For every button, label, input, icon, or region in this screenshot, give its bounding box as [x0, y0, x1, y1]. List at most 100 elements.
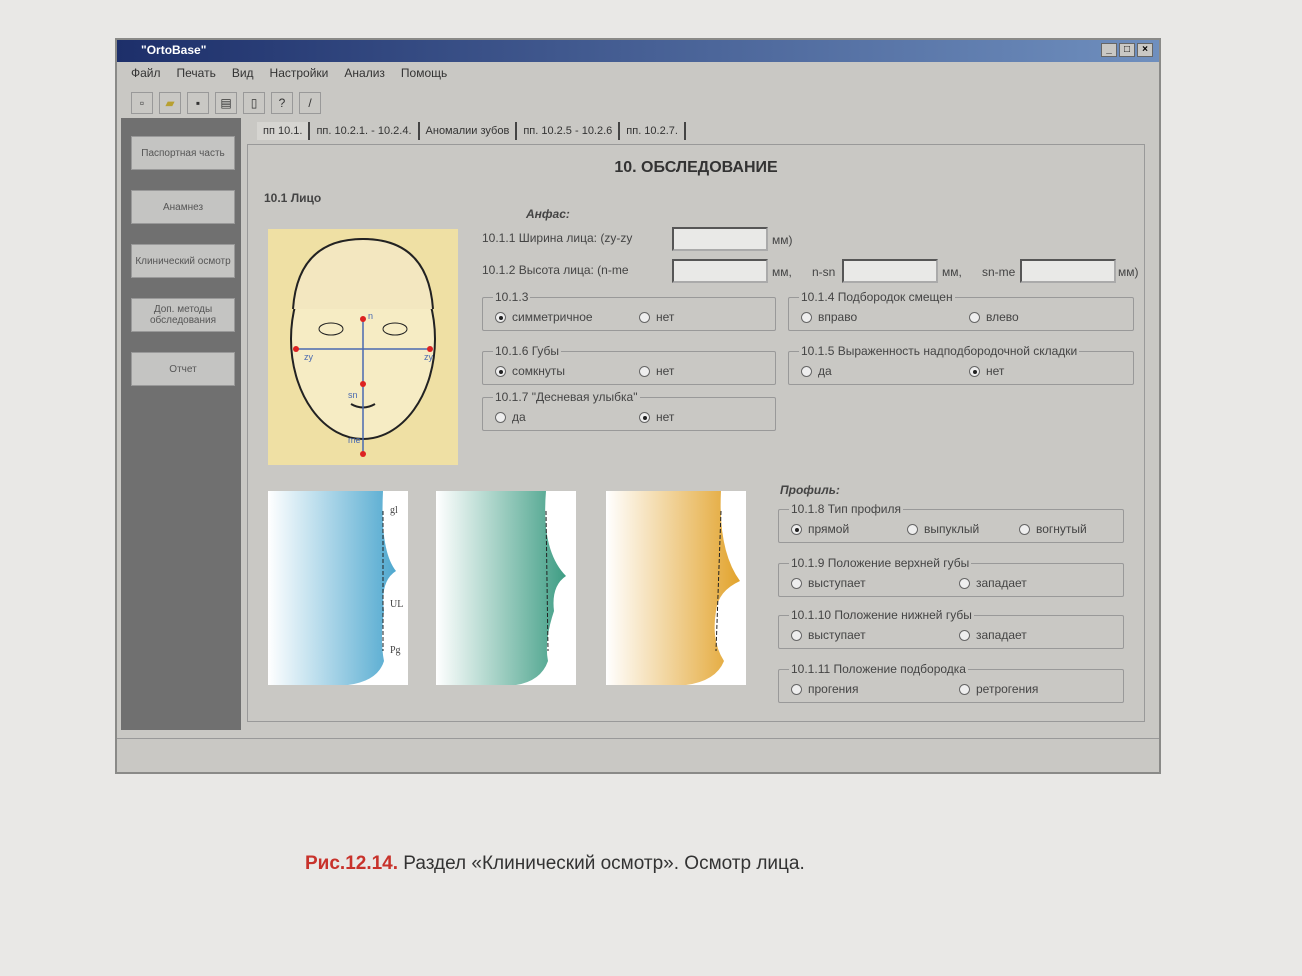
sidebar: Паспортная часть Анамнез Клинический осм…	[121, 118, 241, 730]
sidebar-extra-methods[interactable]: Доп. методы обследования	[131, 298, 235, 332]
symmetry-group: 10.1.3 симметричное нет	[482, 290, 776, 331]
maximize-button[interactable]: □	[1119, 43, 1135, 57]
sn-me-unit: мм)	[1118, 265, 1139, 279]
chin-fold-group: 10.1.5 Выраженность надподбородочной скл…	[788, 344, 1134, 385]
radio-upper-lip-retrudes[interactable]: западает	[959, 576, 1027, 590]
chin-position-group: 10.1.11 Положение подбородка прогения ре…	[778, 662, 1124, 703]
chin-shift-legend: 10.1.4 Подбородок смещен	[799, 290, 955, 304]
menu-bar: Файл Печать Вид Настройки Анализ Помощь	[131, 66, 447, 80]
face-label-me: me	[348, 435, 361, 445]
figure-caption-text: Раздел «Клинический осмотр». Осмотр лица…	[398, 853, 805, 874]
face-label-n: n	[368, 311, 374, 321]
face-diagram	[268, 229, 458, 465]
close-button[interactable]: ×	[1137, 43, 1153, 57]
tab-teeth-anomalies[interactable]: Аномалии зубов	[420, 122, 518, 140]
radio-chin-left[interactable]: влево	[969, 310, 1019, 324]
n-sn-input[interactable]	[842, 259, 938, 283]
radio-profile-straight[interactable]: прямой	[791, 522, 849, 536]
radio-lower-lip-retrudes[interactable]: западает	[959, 628, 1027, 642]
print-icon[interactable]: ▤	[215, 92, 237, 114]
tab-10-2-7[interactable]: пп. 10.2.7.	[620, 122, 686, 140]
profile-label-pg: Pg	[390, 645, 401, 656]
lower-lip-legend: 10.1.10 Положение нижней губы	[789, 608, 974, 622]
sidebar-clinical-exam[interactable]: Клинический осмотр	[131, 244, 235, 278]
edit-icon[interactable]: /	[299, 92, 321, 114]
tab-bar: пп 10.1. пп. 10.2.1. - 10.2.4. Аномалии …	[257, 122, 686, 140]
help-icon[interactable]: ?	[271, 92, 293, 114]
gummy-smile-legend: 10.1.7 "Десневая улыбка"	[493, 390, 640, 404]
tab-10-2-1[interactable]: пп. 10.2.1. - 10.2.4.	[310, 122, 420, 140]
sidebar-report[interactable]: Отчет	[131, 352, 235, 386]
profile-label-ul: UL	[390, 599, 404, 610]
exam-panel: 10. ОБСЛЕДОВАНИЕ 10.1 Лицо Анфас: zy zy …	[247, 144, 1145, 722]
radio-chin-right[interactable]: вправо	[801, 310, 857, 324]
face-label-sn: sn	[348, 390, 358, 400]
radio-symmetric[interactable]: симметричное	[495, 310, 593, 324]
chin-position-legend: 10.1.11 Положение подбородка	[789, 662, 968, 676]
n-sn-label: n-sn	[812, 265, 836, 279]
tab-10-1[interactable]: пп 10.1.	[257, 122, 311, 140]
menu-print[interactable]: Печать	[177, 66, 216, 80]
face-width-label: 10.1.1 Ширина лица: (zy-zy	[482, 231, 633, 245]
status-bar	[117, 738, 1159, 772]
profile-convex-image	[436, 491, 576, 685]
profile-type-group: 10.1.8 Тип профиля прямой выпуклый вогну…	[778, 502, 1124, 543]
new-file-icon[interactable]: ▫	[131, 92, 153, 114]
chin-shift-group: 10.1.4 Подбородок смещен вправо влево	[788, 290, 1134, 331]
menu-settings[interactable]: Настройки	[270, 66, 329, 80]
lower-lip-group: 10.1.10 Положение нижней губы выступает …	[778, 608, 1124, 649]
radio-lips-closed[interactable]: сомкнуты	[495, 364, 565, 378]
radio-fold-yes[interactable]: да	[801, 364, 832, 378]
page-title: 10. ОБСЛЕДОВАНИЕ	[614, 159, 778, 176]
gummy-smile-group: 10.1.7 "Десневая улыбка" да нет	[482, 390, 776, 431]
radio-profile-convex[interactable]: выпуклый	[907, 522, 979, 536]
anfas-label: Анфас:	[526, 207, 570, 221]
window-title: "OrtoBase"	[141, 43, 207, 57]
lips-group: 10.1.6 Губы сомкнуты нет	[482, 344, 776, 385]
radio-profile-concave[interactable]: вогнутый	[1019, 522, 1087, 536]
profile-concave-image	[606, 491, 746, 685]
sidebar-passport[interactable]: Паспортная часть	[131, 136, 235, 170]
profile-straight-image	[268, 491, 408, 685]
menu-analysis[interactable]: Анализ	[344, 66, 385, 80]
face-height-label: 10.1.2 Высота лица: (n-me	[482, 263, 629, 277]
radio-fold-no[interactable]: нет	[969, 364, 1004, 378]
open-folder-icon[interactable]: ▰	[159, 92, 181, 114]
face-width-input[interactable]	[672, 227, 768, 251]
section-label: 10.1 Лицо	[264, 191, 322, 205]
face-height-unit: мм,	[772, 265, 792, 279]
figure-caption: Рис.12.14. Раздел «Клинический осмотр». …	[305, 853, 805, 875]
lips-legend: 10.1.6 Губы	[493, 344, 562, 358]
menu-help[interactable]: Помощь	[401, 66, 447, 80]
profile-type-legend: 10.1.8 Тип профиля	[789, 502, 903, 516]
n-sn-unit: мм,	[942, 265, 962, 279]
minimize-button[interactable]: _	[1101, 43, 1117, 57]
radio-progenia[interactable]: прогения	[791, 682, 858, 696]
radio-retrogenia[interactable]: ретрогения	[959, 682, 1038, 696]
upper-lip-legend: 10.1.9 Положение верхней губы	[789, 556, 972, 570]
face-label-zy-left: zy	[304, 352, 313, 362]
radio-gummy-no[interactable]: нет	[639, 410, 674, 424]
face-height-input[interactable]	[672, 259, 768, 283]
menu-view[interactable]: Вид	[232, 66, 254, 80]
sn-me-input[interactable]	[1020, 259, 1116, 283]
app-window: "OrtoBase" _ □ × Файл Печать Вид Настройки…	[115, 38, 1161, 774]
radio-lower-lip-protrudes[interactable]: выступает	[791, 628, 866, 642]
preview-icon[interactable]: ▯	[243, 92, 265, 114]
face-width-unit: мм)	[772, 233, 793, 247]
upper-lip-group: 10.1.9 Положение верхней губы выступает …	[778, 556, 1124, 597]
radio-upper-lip-protrudes[interactable]: выступает	[791, 576, 866, 590]
radio-lips-open[interactable]: нет	[639, 364, 674, 378]
face-label-zy-right: zy	[424, 352, 433, 362]
tab-10-2-5[interactable]: пп. 10.2.5 - 10.2.6	[517, 122, 621, 140]
symmetry-legend: 10.1.3	[493, 290, 531, 304]
profile-label: Профиль:	[780, 483, 840, 497]
radio-asymmetric[interactable]: нет	[639, 310, 674, 324]
toolbar: ▫ ▰ ▪ ▤ ▯? /	[131, 92, 321, 114]
title-bar: "OrtoBase" _ □ ×	[117, 40, 1159, 62]
sidebar-anamnesis[interactable]: Анамнез	[131, 190, 235, 224]
save-icon[interactable]: ▪	[187, 92, 209, 114]
radio-gummy-yes[interactable]: да	[495, 410, 526, 424]
menu-file[interactable]: Файл	[131, 66, 161, 80]
profile-label-gl: gl	[390, 505, 398, 516]
